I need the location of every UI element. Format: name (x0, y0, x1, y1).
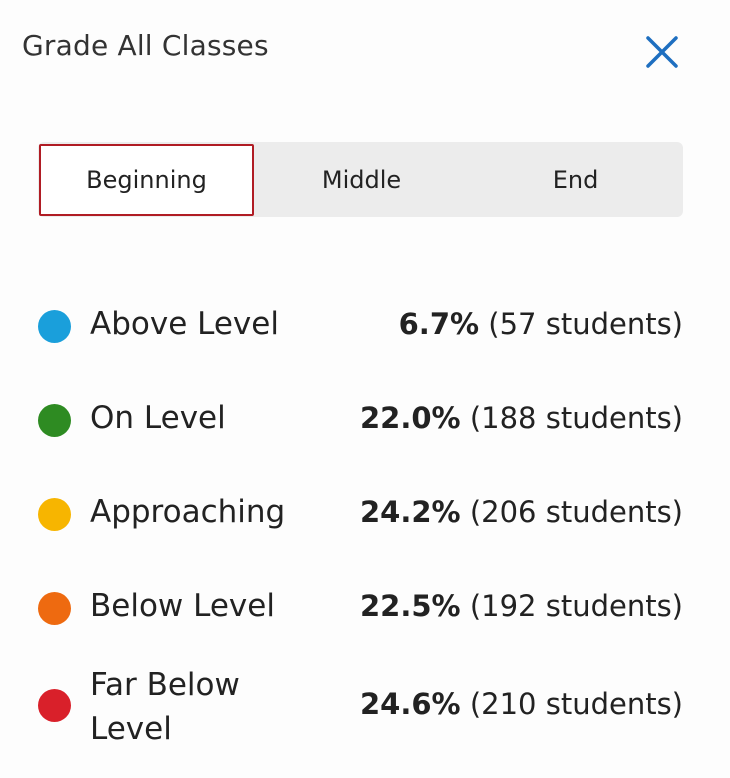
level-value: 24.6% (210 students) (360, 684, 683, 724)
tab-beginning[interactable]: Beginning (39, 144, 254, 216)
close-icon (646, 36, 678, 68)
close-button[interactable] (642, 32, 682, 72)
level-row-far-below-level: Far Below Level 24.6% (210 students) (38, 666, 683, 760)
level-student-count: (192 students) (469, 589, 683, 623)
level-value: 6.7% (57 students) (399, 304, 683, 344)
level-label: Above Level (90, 306, 279, 342)
tab-end[interactable]: End (469, 142, 682, 217)
level-student-count: (57 students) (488, 307, 683, 341)
level-value: 22.5% (192 students) (360, 586, 683, 626)
level-student-count: (206 students) (469, 495, 683, 529)
period-tabs: Beginning Middle End (38, 142, 683, 217)
panel-header: Grade All Classes (22, 28, 692, 78)
level-breakdown-list: Above Level 6.7% (57 students) On Level … (38, 290, 683, 760)
level-student-count: (210 students) (469, 687, 683, 721)
level-percent: 24.6% (360, 687, 461, 721)
level-row-on-level: On Level 22.0% (188 students) (38, 384, 683, 478)
level-value: 24.2% (206 students) (360, 492, 683, 532)
level-percent: 22.5% (360, 589, 461, 623)
panel-title: Grade All Classes (22, 29, 269, 62)
level-label: On Level (90, 400, 226, 436)
approaching-color-dot (38, 498, 71, 531)
grade-summary-panel: Grade All Classes Beginning Middle End A… (0, 0, 730, 778)
level-label: Approaching (90, 494, 286, 530)
level-percent: 6.7% (398, 307, 480, 341)
level-value: 22.0% (188 students) (360, 398, 683, 438)
level-row-approaching: Approaching 24.2% (206 students) (38, 478, 683, 572)
level-row-above-level: Above Level 6.7% (57 students) (38, 290, 683, 384)
level-percent: 24.2% (360, 495, 461, 529)
level-student-count: (188 students) (469, 401, 683, 435)
level-row-below-level: Below Level 22.5% (192 students) (38, 572, 683, 666)
level-label: Far Below Level (90, 667, 240, 747)
level-label: Below Level (90, 588, 275, 624)
on-level-color-dot (38, 404, 71, 437)
below-level-color-dot (38, 592, 71, 625)
far-below-level-color-dot (38, 689, 71, 722)
tab-middle[interactable]: Middle (254, 142, 469, 217)
level-percent: 22.0% (360, 401, 461, 435)
above-level-color-dot (38, 310, 71, 343)
